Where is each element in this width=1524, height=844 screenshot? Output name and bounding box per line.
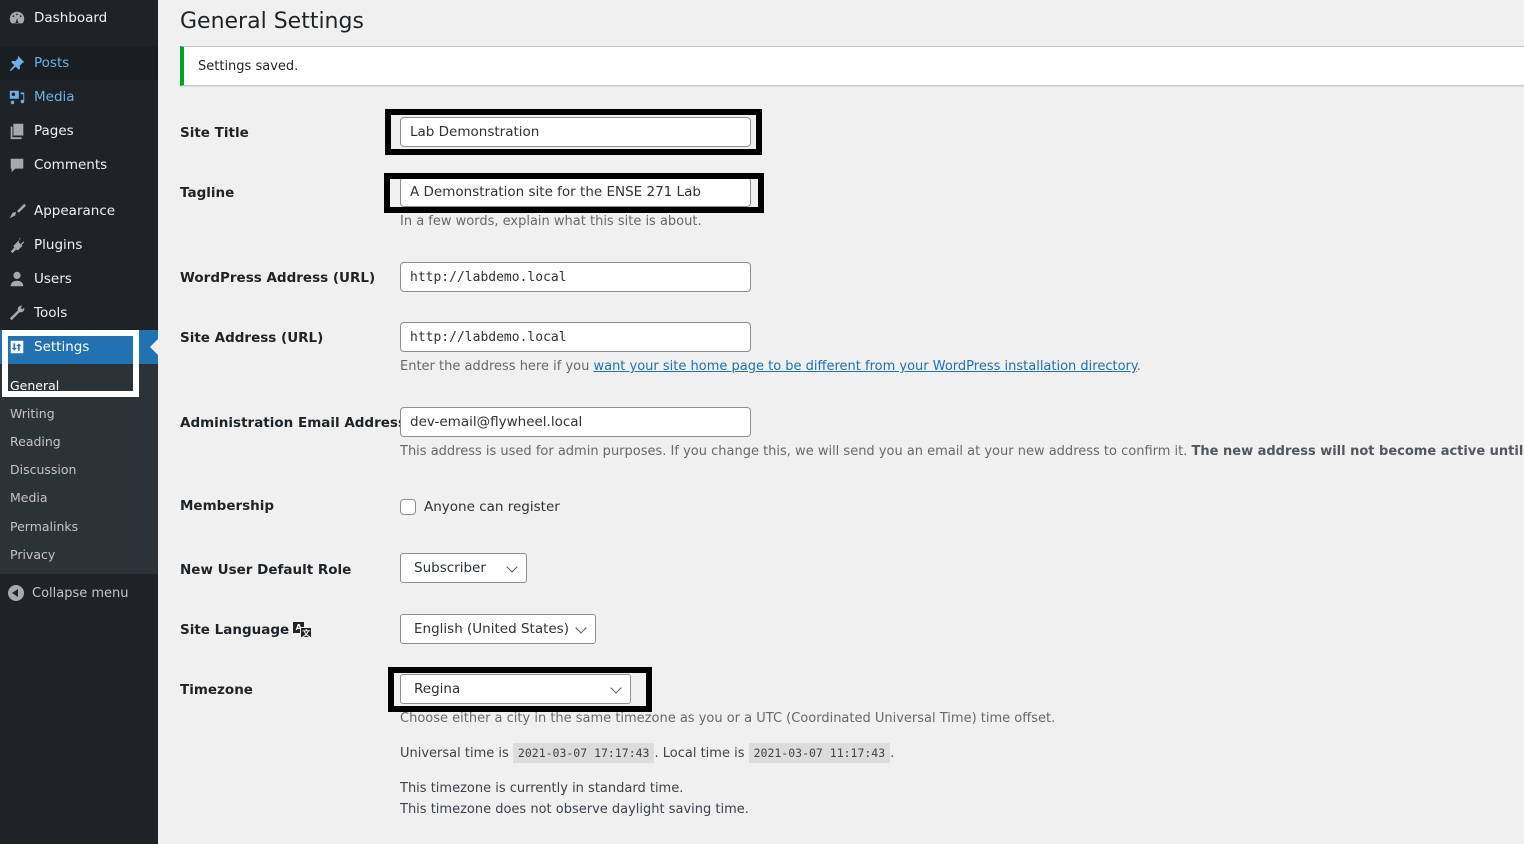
translation-icon: A文: [293, 622, 313, 638]
current-menu-arrow: [150, 339, 158, 355]
wrench-icon: [0, 304, 34, 322]
admin-email-input[interactable]: dev-email@flywheel.local: [400, 407, 751, 437]
timezone-select[interactable]: Regina: [400, 674, 631, 704]
site-address-description: Enter the address here if you want your …: [400, 359, 1141, 374]
timezone-label: Timezone: [180, 682, 253, 698]
collapse-arrow-icon: [0, 585, 32, 601]
plugin-icon: [0, 236, 34, 254]
tagline-label: Tagline: [180, 185, 235, 201]
user-icon: [0, 270, 34, 288]
local-time-value: 2021-03-07 11:17:43: [748, 743, 891, 763]
site-address-help-link[interactable]: want your site home page to be different…: [593, 359, 1136, 374]
sidebar-item-comments[interactable]: Comments: [0, 148, 158, 182]
default-role-label: New User Default Role: [180, 562, 352, 578]
anyone-can-register-label[interactable]: Anyone can register: [424, 499, 560, 515]
site-address-label: Site Address (URL): [180, 330, 324, 346]
chevron-down-icon: [506, 561, 518, 573]
submenu-item-discussion[interactable]: Discussion: [10, 462, 76, 477]
annotation-highlight-box: [384, 173, 764, 213]
standard-time-note: This timezone is currently in standard t…: [400, 781, 684, 796]
notice-text: Settings saved.: [198, 59, 299, 74]
tagline-description: In a few words, explain what this site i…: [400, 214, 702, 229]
chevron-down-icon: [610, 682, 622, 694]
media-icon: [0, 88, 34, 106]
wordpress-address-input[interactable]: http://labdemo.local: [400, 262, 751, 292]
timezone-description: Choose either a city in the same timezon…: [400, 711, 1056, 726]
site-language-select[interactable]: English (United States): [400, 614, 596, 644]
sidebar-item-pages[interactable]: Pages: [0, 114, 158, 148]
site-address-input[interactable]: http://labdemo.local: [400, 322, 751, 352]
annotation-highlight-box: [2, 330, 139, 397]
page-title: General Settings: [180, 9, 364, 34]
sidebar-item-tools[interactable]: Tools: [0, 296, 158, 330]
universal-time-value: 2021-03-07 17:17:43: [512, 743, 655, 763]
sidebar-item-users[interactable]: Users: [0, 262, 158, 296]
membership-label: Membership: [180, 498, 275, 514]
submenu-item-media[interactable]: Media: [10, 490, 48, 505]
pin-icon: [0, 54, 34, 72]
submenu-item-permalinks[interactable]: Permalinks: [10, 519, 78, 534]
dst-note: This timezone does not observe daylight …: [400, 802, 749, 817]
wordpress-address-label: WordPress Address (URL): [180, 270, 376, 286]
paintbrush-icon: [0, 202, 34, 220]
chevron-down-icon: [575, 622, 587, 634]
admin-sidebar: Dashboard Posts Media Pages Comments App…: [0, 0, 158, 844]
admin-email-description: This address is used for admin purposes.…: [400, 444, 1524, 459]
sidebar-item-dashboard[interactable]: Dashboard: [0, 1, 158, 35]
submenu-item-privacy[interactable]: Privacy: [10, 547, 55, 562]
time-readout: Universal time is 2021-03-07 17:17:43. L…: [400, 743, 894, 763]
site-title-label: Site Title: [180, 125, 249, 141]
admin-email-label: Administration Email Address: [180, 415, 406, 431]
site-language-label: Site Language A 文: [180, 622, 313, 638]
collapse-menu-button[interactable]: Collapse menu: [0, 576, 158, 610]
submenu-item-reading[interactable]: Reading: [10, 434, 61, 449]
anyone-can-register-checkbox[interactable]: [400, 499, 416, 515]
sidebar-item-posts[interactable]: Posts: [0, 46, 158, 80]
default-role-select[interactable]: Subscriber: [400, 553, 527, 583]
comment-icon: [0, 156, 34, 174]
sidebar-item-media[interactable]: Media: [0, 80, 158, 114]
submenu-item-writing[interactable]: Writing: [10, 406, 55, 421]
sidebar-item-appearance[interactable]: Appearance: [0, 194, 158, 228]
collapse-menu-label: Collapse menu: [32, 585, 129, 601]
dashboard-icon: [0, 9, 34, 27]
site-title-input[interactable]: Lab Demonstration: [400, 117, 751, 147]
settings-saved-notice: Settings saved.: [180, 46, 1524, 86]
sidebar-item-plugins[interactable]: Plugins: [0, 228, 158, 262]
pages-icon: [0, 122, 34, 140]
